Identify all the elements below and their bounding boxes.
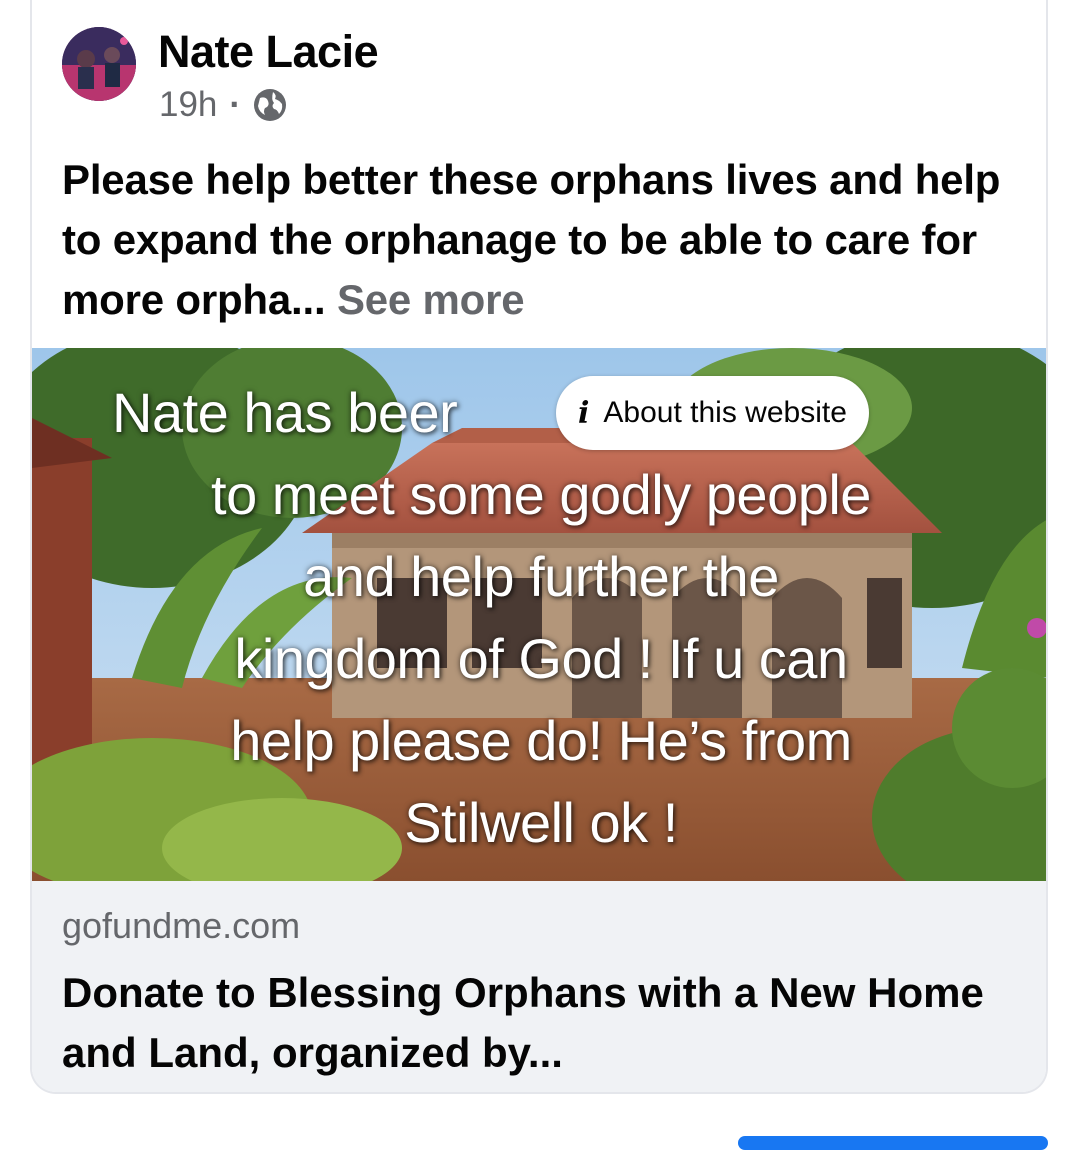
overlay-line: and help further the bbox=[303, 545, 779, 608]
overlay-line: to meet some godly people bbox=[211, 463, 871, 526]
about-this-website-button[interactable]: i About this website bbox=[556, 376, 869, 450]
meta-separator: · bbox=[229, 85, 242, 124]
overlay-line: Nate has beer bbox=[112, 381, 458, 444]
author-name[interactable]: Nate Lacie bbox=[158, 26, 379, 78]
post-card: Nate Lacie 19h · Please help better thes… bbox=[30, 0, 1048, 1094]
link-preview-footer[interactable]: gofundme.com Donate to Blessing Orphans … bbox=[32, 881, 1046, 1092]
link-title[interactable]: Donate to Blessing Orphans with a New Ho… bbox=[62, 963, 1022, 1083]
overlay-line: help please do! He’s from bbox=[230, 709, 852, 772]
partial-action-button[interactable] bbox=[738, 1136, 1048, 1150]
info-icon: i bbox=[578, 395, 590, 431]
post-meta: 19h · bbox=[159, 85, 289, 125]
overlay-line: kingdom of God ! If u can bbox=[234, 627, 848, 690]
about-this-website-label: About this website bbox=[603, 396, 847, 429]
see-more-link[interactable]: See more bbox=[337, 276, 525, 323]
post-body: Please help better these orphans lives a… bbox=[62, 156, 1001, 323]
post-text: Please help better these orphans lives a… bbox=[62, 150, 1037, 330]
globe-icon bbox=[251, 86, 289, 124]
image-overlay-text: Nate has beer to meet some godly people … bbox=[32, 372, 1046, 864]
post-time[interactable]: 19h bbox=[159, 85, 217, 125]
link-domain: gofundme.com bbox=[62, 905, 301, 946]
link-preview-image[interactable]: Nate has beer to meet some godly people … bbox=[32, 348, 1046, 881]
overlay-line: Stilwell ok ! bbox=[404, 791, 678, 854]
avatar[interactable] bbox=[62, 27, 136, 101]
